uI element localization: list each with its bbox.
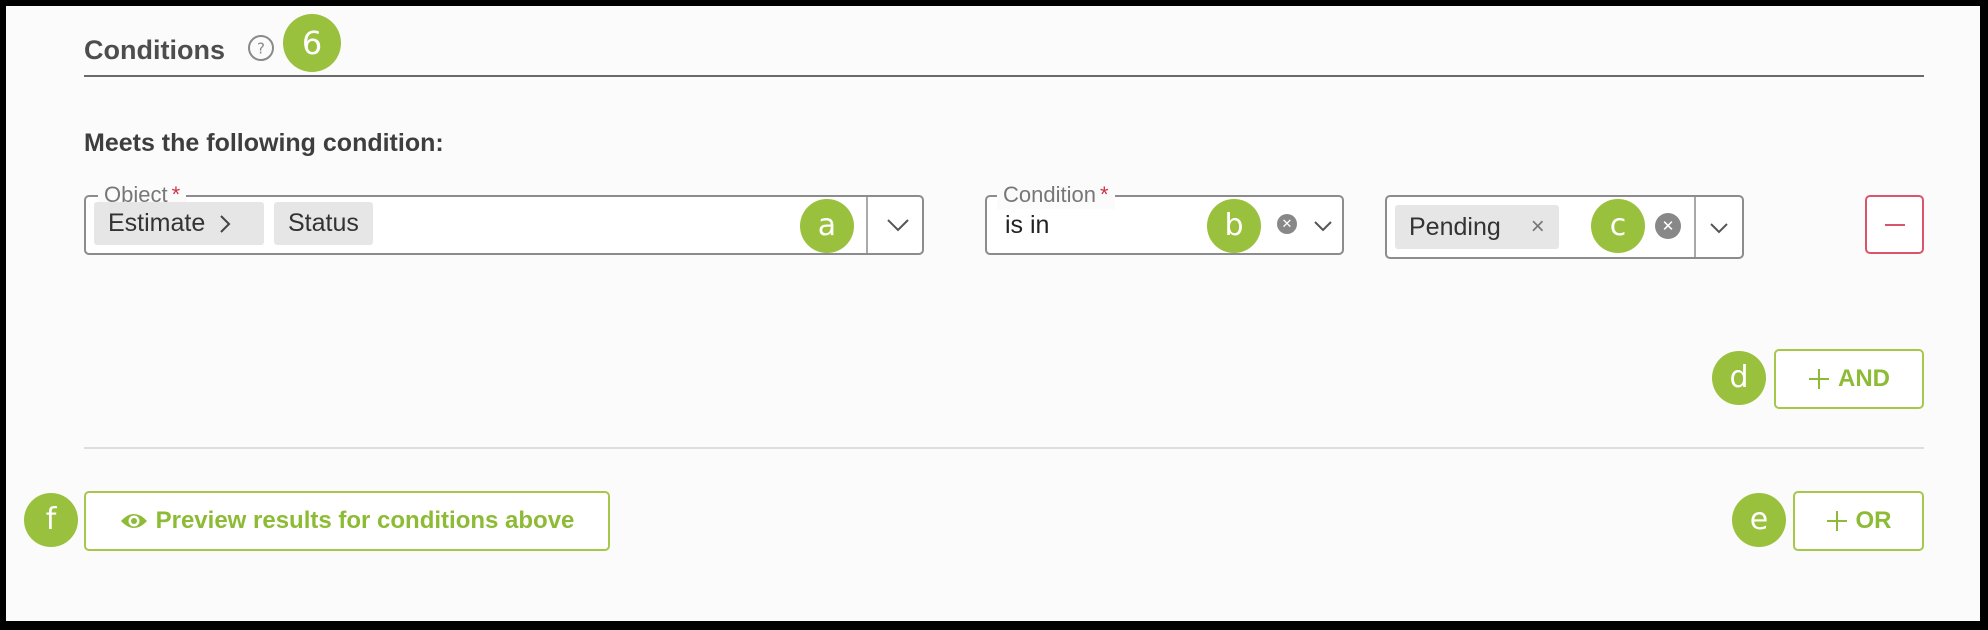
object-chip-estimate[interactable]: Estimate: [94, 202, 264, 245]
help-icon[interactable]: ?: [247, 34, 275, 62]
condition-select[interactable]: Condition * is in b ✕: [985, 181, 1344, 255]
required-mark: *: [1099, 182, 1109, 207]
annotation-marker-c: c: [1591, 199, 1645, 253]
value-chip-pending[interactable]: Pending ×: [1395, 205, 1559, 249]
value-chip-label: Pending: [1409, 212, 1501, 241]
chip-remove-icon[interactable]: ×: [1531, 213, 1545, 241]
annotation-marker-a: a: [800, 199, 854, 253]
annotation-marker-e: e: [1732, 493, 1786, 547]
clear-icon[interactable]: ✕: [1655, 213, 1681, 239]
conditions-panel: Conditions ? 6 Meets the following condi…: [6, 6, 1980, 621]
object-chip-status[interactable]: Status: [274, 202, 373, 245]
condition-group-heading: Meets the following condition:: [84, 129, 444, 157]
object-chip-label: Status: [288, 209, 359, 237]
annotation-marker-b: b: [1207, 199, 1261, 253]
section-divider: [84, 447, 1924, 449]
preview-results-button[interactable]: Preview results for conditions above: [84, 491, 610, 551]
add-and-label: AND: [1838, 365, 1890, 392]
chevron-down-icon[interactable]: [1313, 219, 1333, 233]
step-marker: 6: [283, 14, 341, 72]
value-multiselect[interactable]: Pending × c ✕: [1385, 195, 1744, 259]
remove-condition-button[interactable]: [1865, 195, 1924, 254]
header-divider: [84, 75, 1924, 77]
preview-results-label: Preview results for conditions above: [155, 507, 575, 534]
add-or-button[interactable]: OR: [1793, 491, 1924, 551]
object-chip-label: Estimate: [108, 209, 206, 237]
eye-icon: [120, 514, 147, 528]
chevron-right-icon: [219, 214, 231, 234]
annotation-marker-f: f: [24, 493, 78, 547]
add-or-label: OR: [1855, 507, 1892, 534]
plus-icon: [1826, 511, 1847, 531]
add-and-button[interactable]: AND: [1774, 349, 1924, 409]
plus-icon: [1809, 369, 1829, 389]
minus-icon: [1884, 223, 1905, 226]
annotation-marker-d: d: [1712, 351, 1766, 405]
svg-text:?: ?: [257, 40, 265, 58]
object-field[interactable]: Object * Estimate Status a: [84, 181, 924, 255]
condition-field-label: Condition: [1003, 182, 1096, 207]
condition-value: is in: [1005, 211, 1050, 239]
clear-icon[interactable]: ✕: [1277, 214, 1297, 234]
chevron-down-icon[interactable]: [886, 217, 910, 233]
section-title: Conditions: [84, 35, 225, 65]
chevron-down-icon[interactable]: [1709, 221, 1729, 235]
